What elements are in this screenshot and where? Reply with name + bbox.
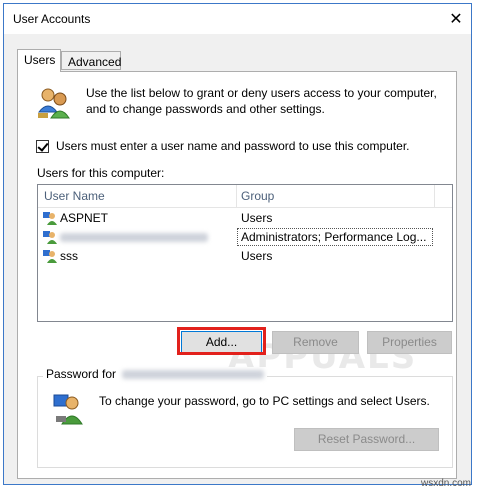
users-list[interactable]: APPUALS User Name Group ASPNET Users Adm… xyxy=(37,184,453,377)
user-icon xyxy=(43,250,57,263)
intro-line-2: and to change passwords and other settin… xyxy=(86,102,325,116)
column-user-name[interactable]: User Name xyxy=(44,189,105,203)
password-groupbox xyxy=(37,376,453,468)
table-row[interactable]: ASPNET Users xyxy=(38,209,452,228)
users-list-header: User Name Group xyxy=(38,185,452,208)
user-group: Users xyxy=(241,249,273,263)
column-group[interactable]: Group xyxy=(241,189,274,203)
password-group-label: Password for xyxy=(43,367,268,381)
tab-advanced[interactable]: Advanced xyxy=(61,51,121,70)
intro-line-1: Use the list below to grant or deny user… xyxy=(86,86,437,100)
user-group: Users xyxy=(241,211,273,225)
require-password-checkbox[interactable] xyxy=(36,140,49,153)
user-accounts-window: User Accounts ✕ Users Advanced Use the l… xyxy=(3,3,472,485)
require-password-label: Users must enter a user name and passwor… xyxy=(56,139,410,153)
close-icon[interactable]: ✕ xyxy=(447,10,465,28)
reset-password-button[interactable]: Reset Password... xyxy=(294,428,439,451)
window-title: User Accounts xyxy=(13,12,91,26)
column-separator[interactable] xyxy=(434,185,435,207)
properties-button[interactable]: Properties xyxy=(367,331,452,354)
redacted-user-name xyxy=(60,233,208,242)
column-separator[interactable] xyxy=(236,185,237,207)
add-button-highlight xyxy=(177,327,266,355)
user-icon xyxy=(43,212,57,225)
users-icon xyxy=(37,88,70,119)
user-name: sss xyxy=(60,249,78,263)
corner-credit: wsxdn.com xyxy=(420,478,471,489)
remove-button[interactable]: Remove xyxy=(272,331,359,354)
title-bar: User Accounts ✕ xyxy=(4,4,471,34)
user-group: Administrators; Performance Log... xyxy=(241,230,427,244)
tab-users[interactable]: Users xyxy=(17,49,61,72)
password-instructions: To change your password, go to PC settin… xyxy=(99,394,430,408)
users-tab-panel: Use the list below to grant or deny user… xyxy=(17,71,457,479)
table-row[interactable]: sss Users xyxy=(38,247,452,266)
user-name: ASPNET xyxy=(60,211,109,225)
redacted-email xyxy=(122,370,265,380)
user-icon xyxy=(43,231,57,244)
users-for-computer-label: Users for this computer: xyxy=(37,166,165,180)
table-row[interactable]: Administrators; Performance Log... xyxy=(38,228,452,247)
user-password-icon xyxy=(53,394,83,425)
